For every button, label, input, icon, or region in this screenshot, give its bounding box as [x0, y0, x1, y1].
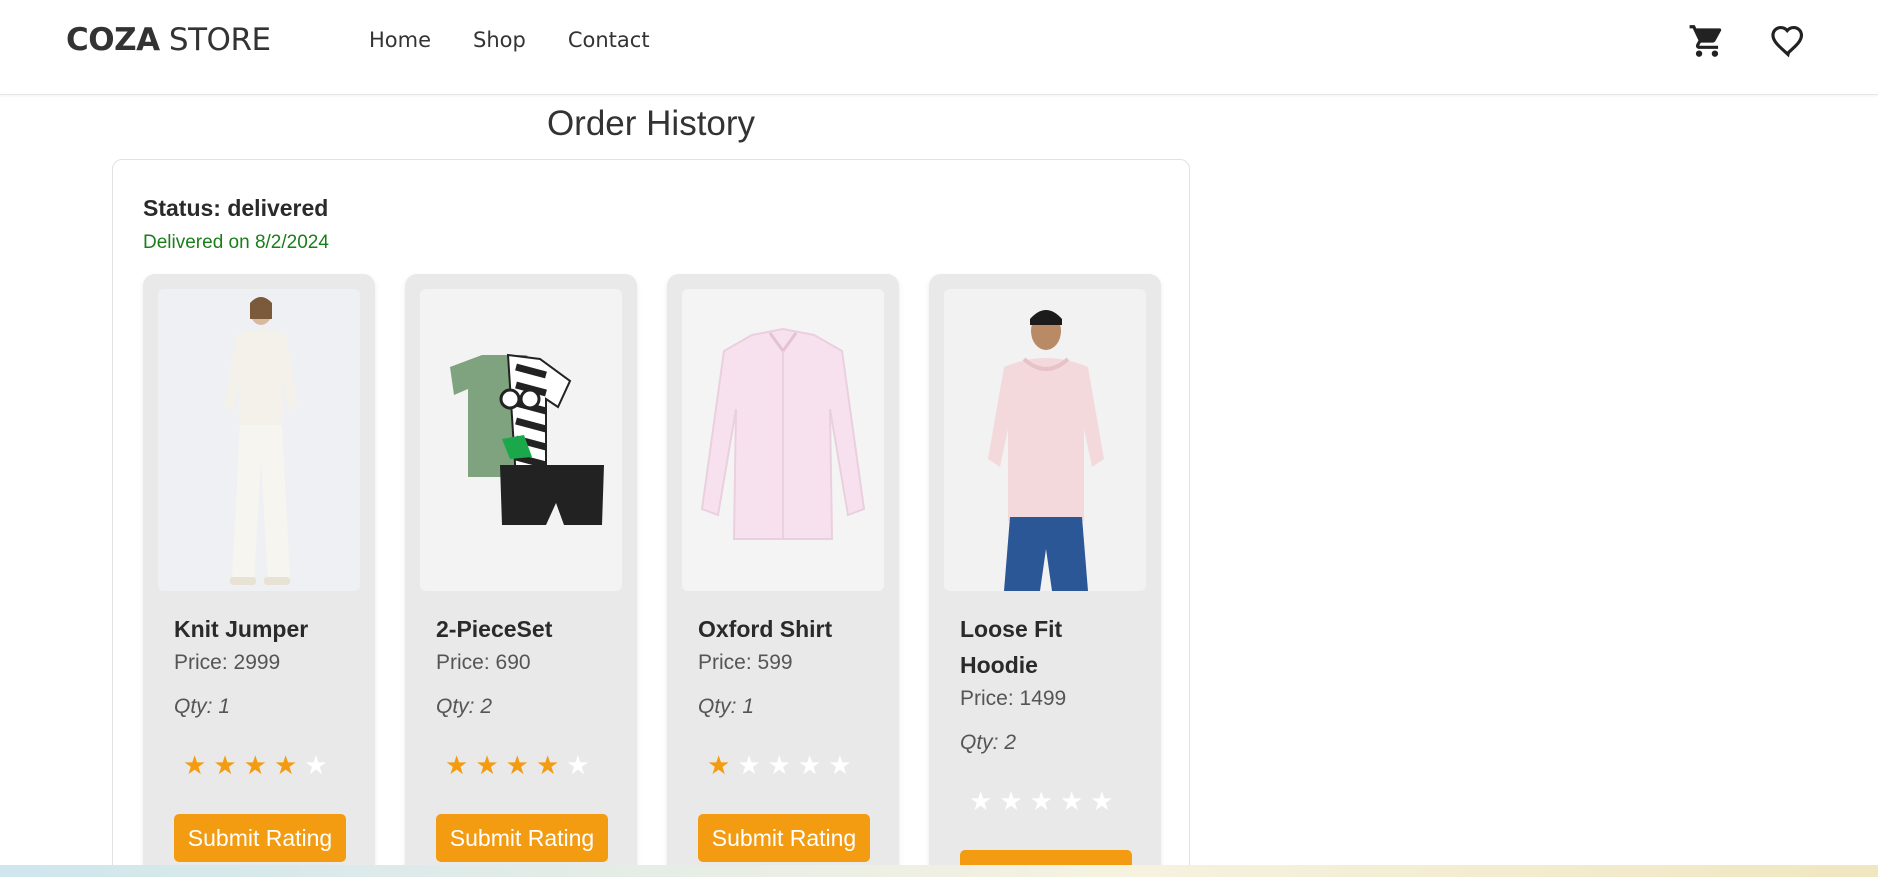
rating-stars: ★ ★ ★ ★ ★	[707, 753, 852, 779]
logo[interactable]: COZA STORE	[66, 22, 271, 58]
star-icon[interactable]: ★	[1030, 789, 1053, 815]
submit-rating-button[interactable]: Submit Rating	[698, 814, 870, 862]
star-icon[interactable]: ★	[244, 753, 267, 779]
product-card: Oxford Shirt Price: 599 Qty: 1 ★ ★ ★ ★ ★ Sub…	[667, 274, 899, 877]
star-icon[interactable]: ★	[768, 753, 791, 779]
star-icon[interactable]: ★	[445, 753, 468, 779]
star-icon[interactable]: ★	[798, 753, 821, 779]
star-icon[interactable]: ★	[1060, 789, 1083, 815]
rating-stars: ★ ★ ★ ★ ★	[445, 753, 590, 779]
main-nav: Home Shop Contact	[369, 28, 692, 52]
submit-rating-button[interactable]: Submit Rating	[436, 814, 608, 862]
bottom-edge	[0, 865, 1878, 877]
product-image-loose-fit-hoodie	[944, 289, 1146, 591]
product-image-knit-jumper	[158, 289, 360, 591]
product-qty: Qty: 2	[960, 731, 1017, 754]
rating-stars: ★ ★ ★ ★ ★	[183, 753, 328, 779]
star-icon[interactable]: ★	[707, 753, 730, 779]
product-card: Knit Jumper Price: 2999 Qty: 1 ★ ★ ★ ★ ★ Sub…	[143, 274, 375, 877]
star-icon[interactable]: ★	[304, 753, 327, 779]
product-price: Price: 2999	[174, 651, 281, 674]
product-name: Oxford Shirt	[698, 616, 833, 642]
product-price: Price: 1499	[960, 687, 1067, 710]
nav-shop[interactable]: Shop	[473, 28, 526, 52]
nav-contact[interactable]: Contact	[568, 28, 650, 52]
product-name: 2-PieceSet	[436, 616, 553, 642]
star-icon[interactable]: ★	[737, 753, 760, 779]
nav-home[interactable]: Home	[369, 28, 431, 52]
product-name: Knit Jumper	[174, 616, 309, 642]
cart-icon[interactable]	[1688, 22, 1726, 60]
product-name: Loose Fit Hoodie	[960, 616, 1063, 678]
page-title: Order History	[546, 104, 756, 143]
star-icon[interactable]: ★	[536, 753, 559, 779]
star-icon[interactable]: ★	[213, 753, 236, 779]
product-price: Price: 690	[436, 651, 531, 674]
product-card: Loose Fit Hoodie Price: 1499 Qty: 2 ★ ★ ★ ★…	[929, 274, 1161, 877]
product-qty: Qty: 1	[174, 695, 231, 718]
star-icon[interactable]: ★	[999, 789, 1022, 815]
delivered-date: Delivered on 8/2/2024	[143, 232, 329, 253]
star-icon[interactable]: ★	[828, 753, 851, 779]
logo-rest: STORE	[159, 22, 271, 58]
star-icon[interactable]: ★	[475, 753, 498, 779]
heart-icon[interactable]	[1769, 22, 1807, 60]
star-icon[interactable]: ★	[183, 753, 206, 779]
product-qty: Qty: 1	[698, 695, 755, 718]
star-icon[interactable]: ★	[969, 789, 992, 815]
star-icon[interactable]: ★	[274, 753, 297, 779]
star-icon[interactable]: ★	[1090, 789, 1113, 815]
star-icon[interactable]: ★	[566, 753, 589, 779]
star-icon[interactable]: ★	[506, 753, 529, 779]
logo-bold: COZA	[66, 22, 160, 58]
order-card: Status: delivered Delivered on 8/2/2024 …	[112, 159, 1190, 877]
product-image-oxford-shirt	[682, 289, 884, 591]
submit-rating-button[interactable]: Submit Rating	[174, 814, 346, 862]
rating-stars: ★ ★ ★ ★ ★	[969, 789, 1114, 815]
product-image-2-piece-set	[420, 289, 622, 591]
product-card: 2-PieceSet Price: 690 Qty: 2 ★ ★ ★ ★ ★ Submi…	[405, 274, 637, 877]
product-qty: Qty: 2	[436, 695, 493, 718]
product-price: Price: 599	[698, 651, 793, 674]
site-header: COZA STORE Home Shop Contact	[0, 0, 1878, 95]
order-status: Status: delivered	[143, 195, 329, 221]
